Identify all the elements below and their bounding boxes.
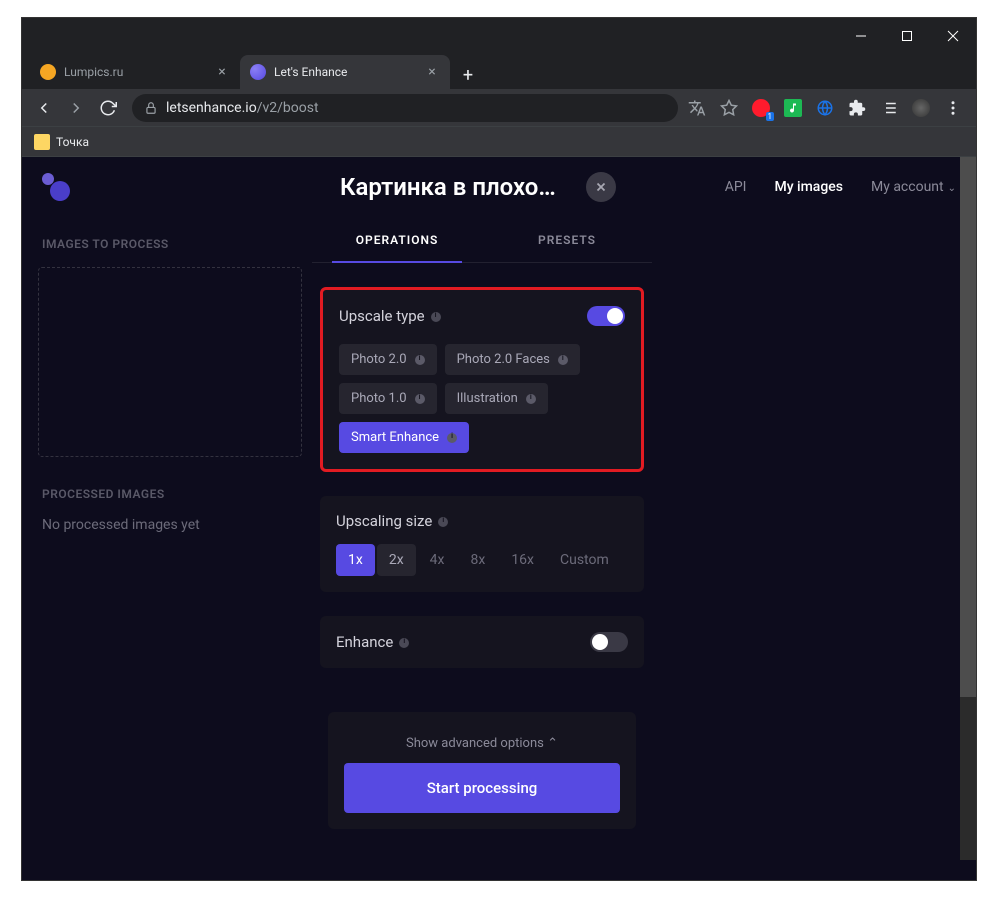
close-panel-button[interactable] <box>586 172 616 202</box>
enhance-title: Enhance <box>336 633 409 651</box>
info-icon[interactable] <box>447 433 457 443</box>
upscaling-size-card: Upscaling size 1x 2x 4x 8x 16x Custom <box>320 496 644 592</box>
tab-lumpics[interactable]: Lumpics.ru × <box>30 55 240 89</box>
opera-ext-icon[interactable]: 1 <box>752 99 770 117</box>
window-maximize-button[interactable] <box>884 18 930 53</box>
titlebar <box>22 18 976 53</box>
puzzle-icon[interactable] <box>848 99 866 117</box>
back-button[interactable] <box>30 94 58 122</box>
url-text: letsenhance.io/v2/boost <box>166 100 319 116</box>
media-icon[interactable] <box>880 99 898 117</box>
extension-icons: 1 <box>688 99 968 117</box>
info-icon[interactable] <box>438 517 448 527</box>
nav-my-images[interactable]: My images <box>774 179 843 195</box>
info-icon[interactable] <box>415 355 425 365</box>
window-close-button[interactable] <box>930 18 976 53</box>
info-icon[interactable] <box>431 312 441 322</box>
dropzone[interactable] <box>38 267 302 457</box>
chip-smart-enhance[interactable]: Smart Enhance <box>339 422 469 453</box>
new-tab-button[interactable]: + <box>454 61 482 89</box>
chip-photo-1[interactable]: Photo 1.0 <box>339 383 437 414</box>
toolbar: letsenhance.io/v2/boost 1 <box>22 89 976 127</box>
upscale-type-title: Upscale type <box>339 307 441 325</box>
chip-illustration[interactable]: Illustration <box>445 383 548 414</box>
music-ext-icon[interactable] <box>784 99 802 117</box>
lock-icon <box>144 101 158 115</box>
tab-operations[interactable]: OPERATIONS <box>312 217 482 262</box>
size-2x[interactable]: 2x <box>377 544 416 576</box>
page-title: Картинка в плохо… <box>340 173 556 201</box>
logo-icon[interactable] <box>42 173 70 201</box>
globe-ext-icon[interactable] <box>816 99 834 117</box>
header-nav: API My images My account⌄ <box>725 179 956 195</box>
favicon-icon <box>40 64 56 80</box>
reload-button[interactable] <box>94 94 122 122</box>
size-4x[interactable]: 4x <box>418 544 457 576</box>
bookmark-item[interactable]: Точка <box>34 134 89 150</box>
info-icon[interactable] <box>526 394 536 404</box>
browser-window: Lumpics.ru × Let's Enhance × + letsenhan… <box>21 17 977 881</box>
tab-title: Lumpics.ru <box>64 65 210 79</box>
size-custom[interactable]: Custom <box>548 544 621 576</box>
enhance-toggle[interactable] <box>590 632 628 652</box>
scrollbar[interactable] <box>960 157 976 860</box>
chip-photo-2-faces[interactable]: Photo 2.0 Faces <box>445 344 580 375</box>
bookmarks-bar: Точка <box>22 127 976 157</box>
star-icon[interactable] <box>720 99 738 117</box>
advanced-options-button[interactable]: Show advanced options ⌃ <box>336 724 628 763</box>
panel-tabs: OPERATIONS PRESETS <box>312 217 652 263</box>
size-16x[interactable]: 16x <box>499 544 546 576</box>
nav-api[interactable]: API <box>725 179 747 195</box>
info-icon[interactable] <box>415 394 425 404</box>
app-content: Картинка в плохо… API My images My accou… <box>22 157 976 880</box>
scrollbar-thumb[interactable] <box>960 157 976 697</box>
no-processed-text: No processed images yet <box>38 517 302 533</box>
upscale-type-toggle[interactable] <box>587 306 625 326</box>
window-minimize-button[interactable] <box>838 18 884 53</box>
avatar-icon[interactable] <box>912 99 930 117</box>
main-panel: OPERATIONS PRESETS Upscale type Photo 2.… <box>312 217 976 880</box>
tab-title: Let's Enhance <box>274 65 420 79</box>
tab-close-button[interactable]: × <box>214 64 230 80</box>
chevron-up-icon: ⌃ <box>547 736 558 751</box>
start-processing-button[interactable]: Start processing <box>344 763 620 813</box>
nav-my-account[interactable]: My account⌄ <box>871 179 956 195</box>
app-header: Картинка в плохо… API My images My accou… <box>22 157 976 217</box>
folder-icon <box>34 134 50 150</box>
size-1x[interactable]: 1x <box>336 544 375 576</box>
chevron-down-icon: ⌄ <box>948 183 956 194</box>
tab-letsenhance[interactable]: Let's Enhance × <box>240 55 450 89</box>
footer-card: Show advanced options ⌃ Start processing <box>328 712 636 829</box>
info-icon[interactable] <box>558 355 568 365</box>
menu-icon[interactable] <box>944 99 962 117</box>
address-bar[interactable]: letsenhance.io/v2/boost <box>132 94 678 122</box>
bookmark-label: Точка <box>56 135 89 149</box>
favicon-icon <box>250 64 266 80</box>
enhance-card: Enhance <box>320 616 644 668</box>
translate-icon[interactable] <box>688 99 706 117</box>
upscaling-size-title: Upscaling size <box>336 512 448 530</box>
size-8x[interactable]: 8x <box>458 544 497 576</box>
images-to-process-label: IMAGES TO PROCESS <box>38 237 302 251</box>
info-icon[interactable] <box>399 638 409 648</box>
tabstrip: Lumpics.ru × Let's Enhance × + <box>22 53 976 89</box>
chip-photo-2[interactable]: Photo 2.0 <box>339 344 437 375</box>
upscale-type-card: Upscale type Photo 2.0 Photo 2.0 Faces P… <box>320 287 644 472</box>
tab-presets[interactable]: PRESETS <box>482 217 652 262</box>
sidebar: IMAGES TO PROCESS PROCESSED IMAGES No pr… <box>22 217 312 880</box>
processed-images-label: PROCESSED IMAGES <box>38 487 302 501</box>
forward-button[interactable] <box>62 94 90 122</box>
tab-close-button[interactable]: × <box>424 64 440 80</box>
